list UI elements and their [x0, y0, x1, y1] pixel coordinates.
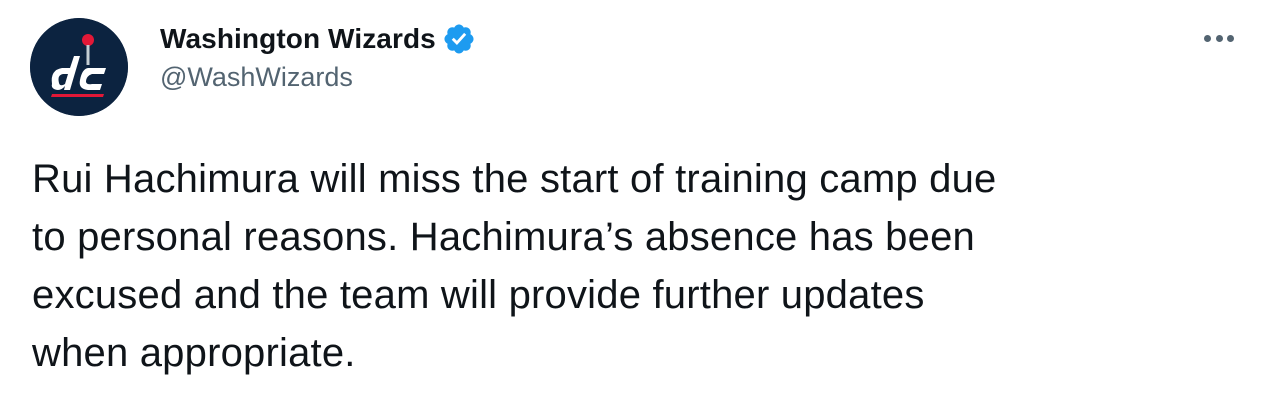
- more-horizontal-icon-dot: [1215, 34, 1223, 42]
- tweet-card: Washington Wizards @WashWizards Rui Hach…: [0, 0, 1282, 400]
- more-options-button[interactable]: [1204, 26, 1234, 50]
- avatar[interactable]: [30, 18, 128, 116]
- author-name-row: Washington Wizards: [160, 20, 476, 58]
- tweet-text: Rui Hachimura will miss the start of tra…: [32, 157, 997, 375]
- verified-badge-icon: [442, 22, 476, 56]
- author-display-name[interactable]: Washington Wizards: [160, 23, 436, 55]
- tweet-author: Washington Wizards @WashWizards: [160, 20, 476, 93]
- more-horizontal-icon-dot: [1227, 34, 1234, 42]
- more-horizontal-icon-dot: [1204, 34, 1211, 42]
- author-handle[interactable]: @WashWizards: [160, 62, 476, 93]
- wizards-dc-logo-icon: [30, 18, 128, 116]
